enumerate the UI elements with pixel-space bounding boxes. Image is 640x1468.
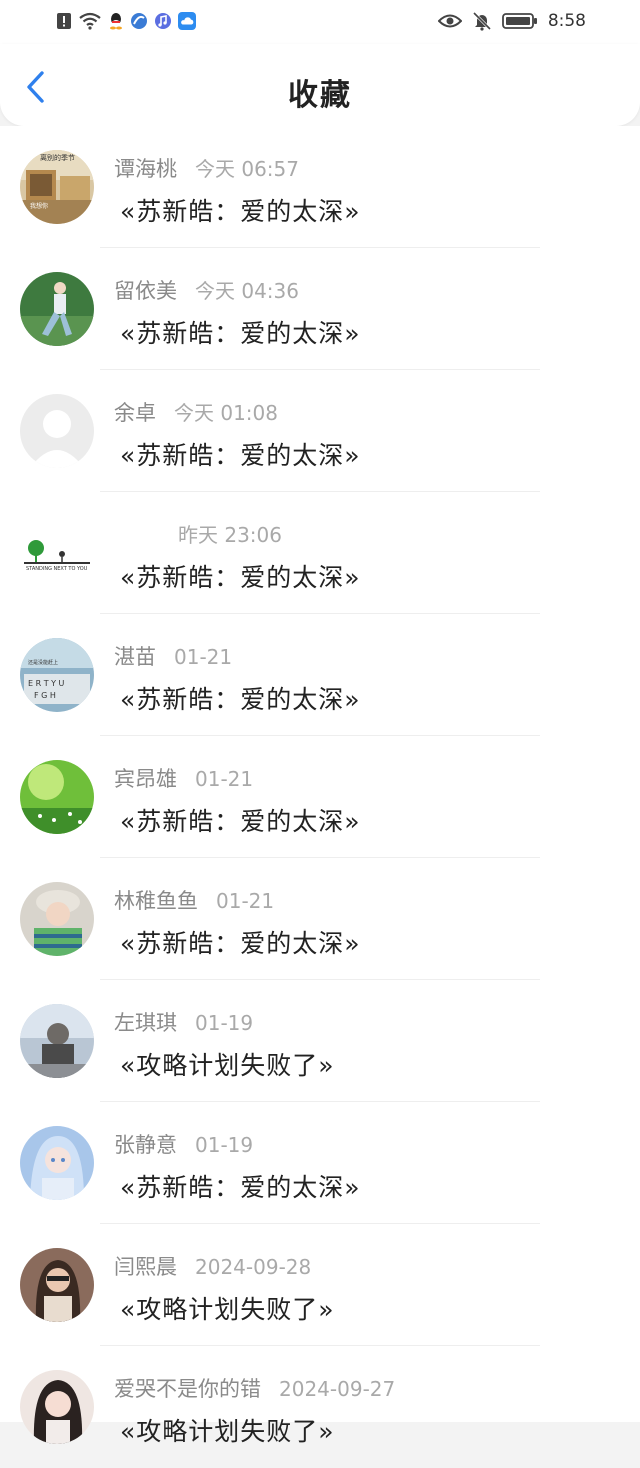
avatar xyxy=(20,1004,94,1078)
timestamp: 2024-09-27 xyxy=(279,1377,396,1401)
list-item[interactable]: 余卓 今天 01:08 «苏新皓：爱的太深» xyxy=(0,370,640,492)
svg-text:STANDING NEXT TO YOU: STANDING NEXT TO YOU xyxy=(26,566,88,572)
app-header: 收藏 xyxy=(0,44,640,126)
timestamp: 01-19 xyxy=(195,1011,254,1035)
list-item[interactable]: 左琪琪 01-19 «攻略计划失败了» xyxy=(0,980,640,1102)
music-icon xyxy=(154,12,172,30)
list-item[interactable]: 离别的季节我想你 谭海桃 今天 06:57 «苏新皓：爱的太深» xyxy=(0,126,640,248)
page-title: 收藏 xyxy=(288,78,352,113)
user-name: 爱哭不是你的错 xyxy=(114,1377,261,1401)
favorite-title: «苏新皓：爱的太深» xyxy=(120,685,361,714)
user-name: 张静意 xyxy=(114,1133,177,1157)
timestamp: 01-21 xyxy=(195,767,254,791)
app-icon xyxy=(130,12,148,30)
favorites-list: 离别的季节我想你 谭海桃 今天 06:57 «苏新皓：爱的太深» 留依美 今天 … xyxy=(0,126,640,1446)
list-item[interactable]: STANDING NEXT TO YOU 昨天 23:06 «苏新皓：爱的太深» xyxy=(0,492,640,614)
avatar xyxy=(20,760,94,834)
user-name: 林稚鱼鱼 xyxy=(114,889,198,913)
favorite-title: «攻略计划失败了» xyxy=(120,1051,335,1080)
favorite-title: «苏新皓：爱的太深» xyxy=(120,441,361,470)
list-item[interactable]: E R T Y U F G H 还是没能赶上 湛苗 01-21 «苏新皓：爱的太深» xyxy=(0,614,640,736)
list-item[interactable]: 林稚鱼鱼 01-21 «苏新皓：爱的太深» xyxy=(0,858,640,980)
eye-icon xyxy=(437,13,462,29)
timestamp: 2024-09-28 xyxy=(195,1255,312,1279)
avatar xyxy=(20,1370,94,1444)
list-item[interactable]: 宾昂雄 01-21 «苏新皓：爱的太深» xyxy=(0,736,640,858)
user-name: 留依美 xyxy=(114,279,177,303)
battery-icon xyxy=(501,12,538,30)
avatar xyxy=(20,1248,94,1322)
user-name: 余卓 xyxy=(114,401,156,425)
list-item[interactable]: 留依美 今天 04:36 «苏新皓：爱的太深» xyxy=(0,248,640,370)
svg-text:我想你: 我想你 xyxy=(30,202,48,210)
timestamp: 01-21 xyxy=(174,645,233,669)
avatar xyxy=(20,882,94,956)
timestamp: 01-19 xyxy=(195,1133,254,1157)
user-name: 闫熙晨 xyxy=(114,1255,177,1279)
cloud-icon xyxy=(178,12,196,30)
alert-icon xyxy=(56,12,72,30)
svg-text:还是没能赶上: 还是没能赶上 xyxy=(28,659,58,666)
clock: 8:58 xyxy=(547,11,586,31)
user-name: 湛苗 xyxy=(114,645,156,669)
favorite-title: «苏新皓：爱的太深» xyxy=(120,1173,361,1202)
timestamp: 今天 06:57 xyxy=(195,157,299,181)
favorite-title: «攻略计划失败了» xyxy=(120,1295,335,1324)
timestamp: 昨天 23:06 xyxy=(178,523,282,547)
svg-text:F G H: F G H xyxy=(34,691,56,700)
favorite-title: «苏新皓：爱的太深» xyxy=(120,197,361,226)
timestamp: 01-21 xyxy=(216,889,275,913)
avatar: STANDING NEXT TO YOU xyxy=(20,516,94,590)
qq-icon xyxy=(108,12,124,30)
user-name: 左琪琪 xyxy=(114,1011,177,1035)
favorite-title: «苏新皓：爱的太深» xyxy=(120,563,361,592)
avatar: 离别的季节我想你 xyxy=(20,150,94,224)
wifi-icon xyxy=(78,12,102,30)
favorite-title: «苏新皓：爱的太深» xyxy=(120,929,361,958)
timestamp: 今天 01:08 xyxy=(174,401,278,425)
status-bar: 8:58 xyxy=(0,0,640,44)
avatar xyxy=(20,272,94,346)
favorite-title: «攻略计划失败了» xyxy=(120,1417,335,1446)
list-item[interactable]: 闫熙晨 2024-09-28 «攻略计划失败了» xyxy=(0,1224,640,1346)
timestamp: 今天 04:36 xyxy=(195,279,299,303)
list-item[interactable]: 张静意 01-19 «苏新皓：爱的太深» xyxy=(0,1102,640,1224)
favorite-title: «苏新皓：爱的太深» xyxy=(120,807,361,836)
list-item[interactable]: 爱哭不是你的错 2024-09-27 «攻略计划失败了» xyxy=(0,1346,640,1468)
user-name: 谭海桃 xyxy=(114,157,177,181)
mute-icon xyxy=(472,11,492,31)
avatar xyxy=(20,1126,94,1200)
user-name: 宾昂雄 xyxy=(114,767,177,791)
avatar xyxy=(20,394,94,468)
svg-text:离别的季节: 离别的季节 xyxy=(40,153,75,162)
svg-text:E R T Y U: E R T Y U xyxy=(28,679,65,688)
avatar: E R T Y U F G H 还是没能赶上 xyxy=(20,638,94,712)
favorite-title: «苏新皓：爱的太深» xyxy=(120,319,361,348)
